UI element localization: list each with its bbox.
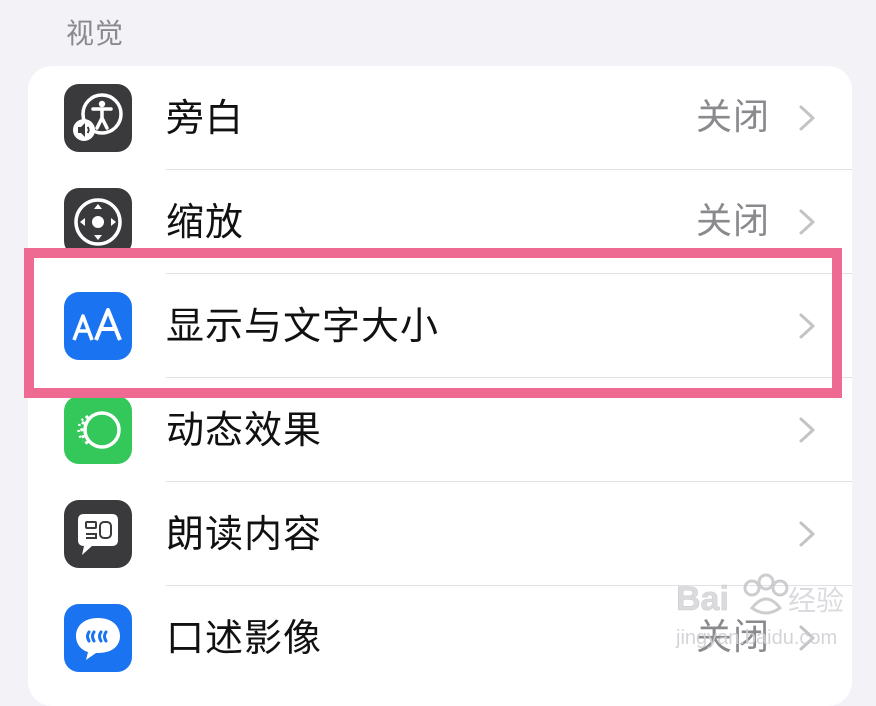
chevron-right-icon [798,520,816,548]
row-label: 旁白 [166,96,245,140]
text-size-icon [64,292,132,360]
row-label: 朗读内容 [166,512,323,556]
row-value: 关闭 [695,97,770,138]
motion-icon [64,396,132,464]
row-zoom[interactable]: 缩放 关闭 [28,170,852,274]
row-label: 口述影像 [166,616,323,660]
chevron-right-icon [798,104,816,132]
row-voiceover[interactable]: 旁白 关闭 [28,66,852,170]
row-value: 关闭 [695,617,770,658]
row-label: 动态效果 [166,408,323,452]
audio-descriptions-icon [64,604,132,672]
chevron-right-icon [798,208,816,236]
row-label: 显示与文字大小 [166,304,440,348]
section-header-vision: 视觉 [66,17,125,50]
settings-group-card: 旁白 关闭 缩放 关闭 显示与文字大小 动态效果 朗读内容 口述影像 关闭 [28,66,852,706]
chevron-right-icon [798,416,816,444]
row-display-text-size[interactable]: 显示与文字大小 [28,274,852,378]
chevron-right-icon [798,312,816,340]
row-value: 关闭 [695,201,770,242]
chevron-right-icon [798,624,816,652]
row-audio-descriptions[interactable]: 口述影像 关闭 [28,586,852,690]
row-label: 缩放 [166,200,245,244]
spoken-content-icon [64,500,132,568]
zoom-icon [64,188,132,256]
row-spoken-content[interactable]: 朗读内容 [28,482,852,586]
row-motion[interactable]: 动态效果 [28,378,852,482]
voiceover-icon [64,84,132,152]
